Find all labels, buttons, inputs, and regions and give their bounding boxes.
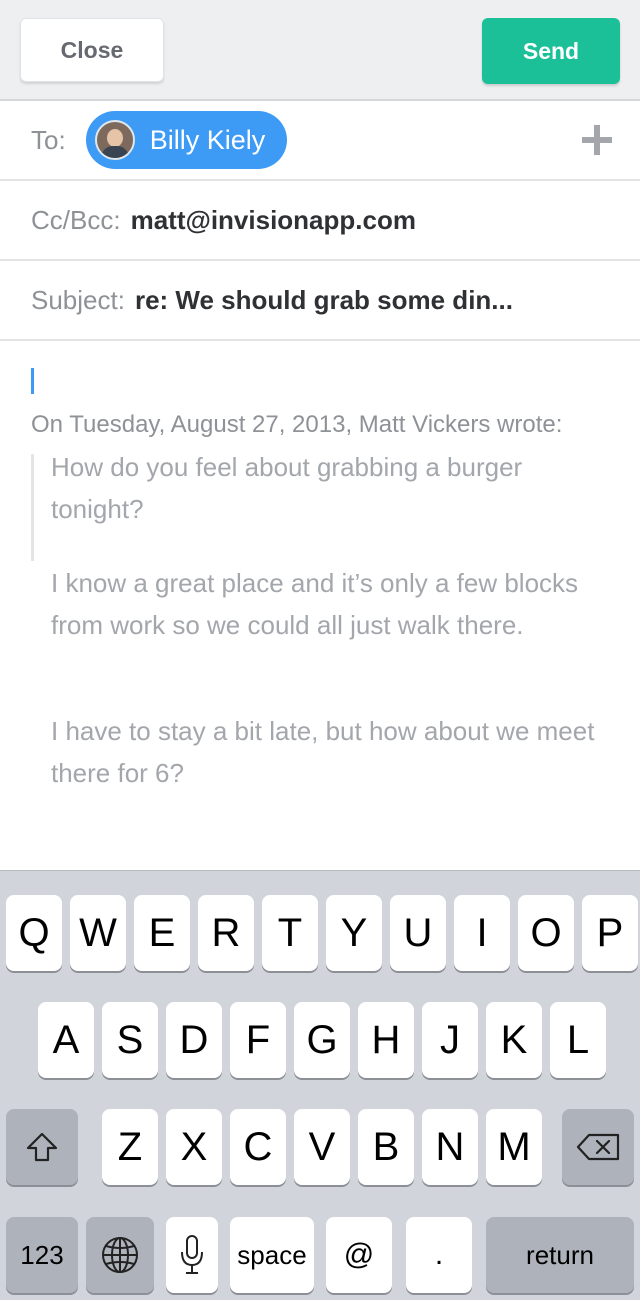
key-n[interactable]: N: [422, 1109, 478, 1185]
microphone-icon: [181, 1235, 203, 1274]
key-m[interactable]: M: [486, 1109, 542, 1185]
cc-bcc-value: matt@invisionapp.com: [130, 204, 416, 235]
recipient-chip[interactable]: Billy Kiely: [85, 111, 288, 169]
key-e[interactable]: E: [134, 895, 190, 971]
shift-icon: [26, 1132, 58, 1162]
key-d[interactable]: D: [166, 1002, 222, 1078]
quote-bar: [31, 454, 34, 561]
key-c[interactable]: C: [230, 1109, 286, 1185]
shift-key[interactable]: [6, 1109, 78, 1185]
key-q[interactable]: Q: [6, 895, 62, 971]
dictation-key[interactable]: [166, 1217, 218, 1293]
add-recipient-icon[interactable]: [582, 125, 612, 155]
to-field[interactable]: To: Billy Kiely: [0, 101, 640, 181]
quoted-paragraph: How do you feel about grabbing a burger …: [51, 452, 523, 524]
at-key[interactable]: @: [326, 1217, 392, 1293]
key-j[interactable]: J: [422, 1002, 478, 1078]
key-s[interactable]: S: [102, 1002, 158, 1078]
globe-icon: [102, 1237, 138, 1273]
subject-value: re: We should grab some din...: [134, 284, 513, 315]
numbers-key[interactable]: 123: [6, 1217, 78, 1293]
period-key[interactable]: .: [406, 1217, 472, 1293]
key-g[interactable]: G: [294, 1002, 350, 1078]
space-key[interactable]: space: [230, 1217, 314, 1293]
text-cursor: [31, 368, 34, 394]
return-key[interactable]: return: [486, 1217, 634, 1293]
subject-field[interactable]: Subject: re: We should grab some din...: [0, 261, 640, 341]
send-button[interactable]: Send: [482, 18, 620, 84]
globe-key[interactable]: [86, 1217, 154, 1293]
key-w[interactable]: W: [70, 895, 126, 971]
cc-bcc-label: Cc/Bcc:: [31, 204, 121, 235]
recipient-name: Billy Kiely: [149, 124, 266, 155]
backspace-icon: [576, 1133, 620, 1161]
key-i[interactable]: I: [454, 895, 510, 971]
keyboard: Q W E R T Y U I O P A S D F G H J K L Z …: [0, 870, 640, 1300]
avatar: [94, 120, 135, 160]
key-u[interactable]: U: [390, 895, 446, 971]
key-v[interactable]: V: [294, 1109, 350, 1185]
subject-label: Subject:: [31, 284, 125, 315]
close-button[interactable]: Close: [20, 18, 164, 82]
key-l[interactable]: L: [550, 1002, 606, 1078]
quoted-paragraph: I have to stay a bit late, but how about…: [51, 716, 595, 788]
quote-header: On Tuesday, August 27, 2013, Matt Vicker…: [31, 411, 563, 438]
key-a[interactable]: A: [38, 1002, 94, 1078]
key-b[interactable]: B: [358, 1109, 414, 1185]
key-k[interactable]: K: [486, 1002, 542, 1078]
key-y[interactable]: Y: [326, 895, 382, 971]
key-r[interactable]: R: [198, 895, 254, 971]
key-t[interactable]: T: [262, 895, 318, 971]
key-x[interactable]: X: [166, 1109, 222, 1185]
key-z[interactable]: Z: [102, 1109, 158, 1185]
quoted-paragraph: I know a great place and it’s only a few…: [51, 568, 579, 640]
cc-bcc-field[interactable]: Cc/Bcc: matt@invisionapp.com: [0, 181, 640, 261]
key-h[interactable]: H: [358, 1002, 414, 1078]
to-label: To:: [31, 124, 66, 155]
compose-toolbar: Close Send: [0, 0, 640, 101]
key-o[interactable]: O: [518, 895, 574, 971]
backspace-key[interactable]: [562, 1109, 634, 1185]
key-f[interactable]: F: [230, 1002, 286, 1078]
key-p[interactable]: P: [582, 895, 638, 971]
